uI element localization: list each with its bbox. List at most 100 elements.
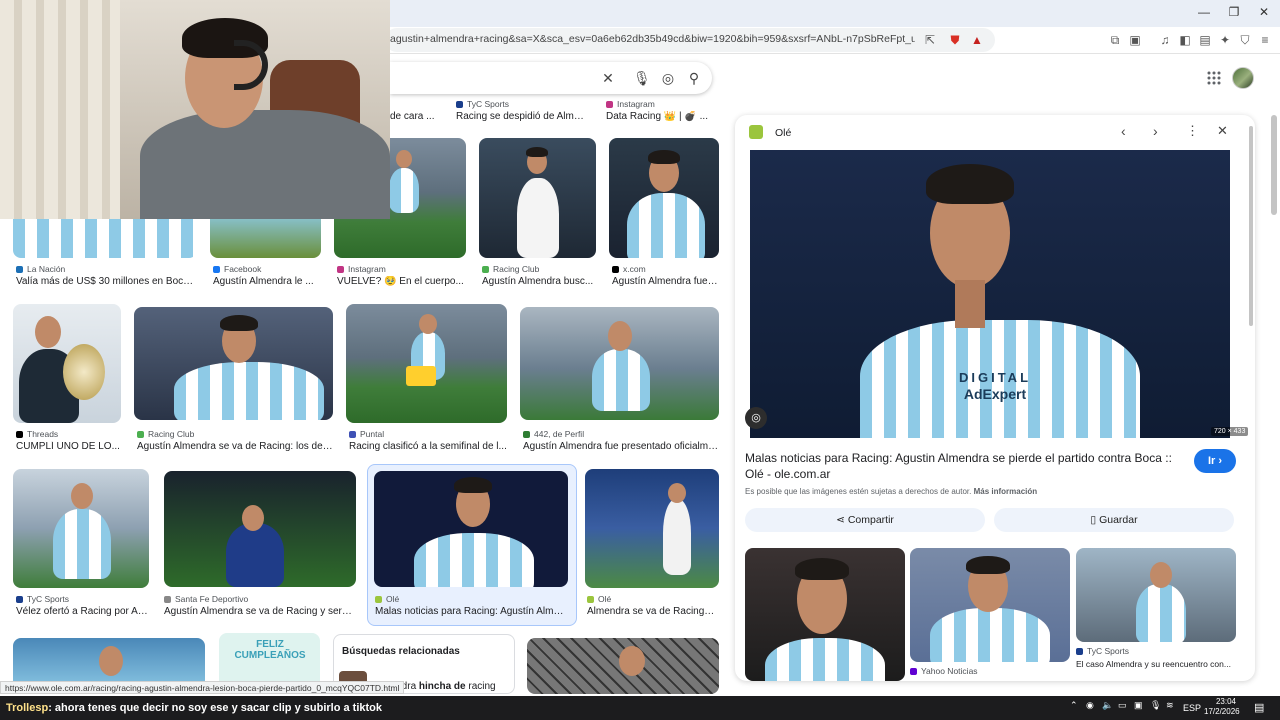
- result-image-selected[interactable]: [374, 471, 568, 587]
- display-icon[interactable]: ▣: [1134, 700, 1143, 711]
- jersey-text: DIGITAL: [958, 370, 1032, 385]
- result-caption[interactable]: Agustín Almendra le ...: [213, 276, 321, 287]
- result-caption[interactable]: VUELVE? 🥹 En el cuerpo...: [337, 276, 465, 287]
- result-image[interactable]: [520, 307, 719, 420]
- result-source: Puntal: [360, 429, 385, 439]
- ai-icon[interactable]: ✦: [1218, 33, 1232, 47]
- notifications-icon[interactable]: ▤: [1254, 701, 1264, 714]
- related-caption[interactable]: El caso Almendra y su reencuentro con...: [1076, 659, 1236, 669]
- language-indicator[interactable]: ESP: [1183, 703, 1201, 713]
- bookmark-icon: ▯: [1090, 514, 1100, 526]
- result-image[interactable]: [585, 469, 719, 588]
- curtain: [0, 0, 120, 219]
- related-image[interactable]: [910, 548, 1070, 662]
- reader-icon[interactable]: ▣: [1128, 33, 1142, 47]
- result-source: Facebook: [224, 264, 262, 274]
- result-caption[interactable]: Almendra se va de Racing: ...: [587, 606, 717, 617]
- media-icon[interactable]: ♫: [1158, 33, 1172, 47]
- image-size-badge: 720 × 433: [1211, 427, 1249, 436]
- extensions-icon[interactable]: ⧉: [1108, 33, 1122, 47]
- panel-source[interactable]: Olé: [775, 127, 791, 139]
- status-url: https://www.ole.com.ar/racing/racing-agu…: [0, 681, 405, 694]
- streamer-shirt: [140, 110, 390, 219]
- more-info-link[interactable]: Más información: [974, 487, 1038, 496]
- result-image[interactable]: [479, 138, 596, 258]
- related-source: TyC Sports: [1087, 646, 1130, 656]
- result-caption[interactable]: de cara ...: [390, 111, 450, 122]
- result-source: x.com: [623, 264, 646, 274]
- volume-icon[interactable]: 🔈: [1102, 700, 1113, 711]
- result-caption[interactable]: Agustín Almendra fue ...: [612, 276, 718, 287]
- related-image[interactable]: [745, 548, 905, 681]
- more-options-icon[interactable]: ⋮: [1186, 123, 1199, 139]
- ole-logo-icon: [749, 125, 763, 139]
- result-caption[interactable]: Vélez ofertó a Racing por Al...: [16, 606, 148, 617]
- menu-icon[interactable]: ≡: [1258, 33, 1272, 47]
- related-image[interactable]: [1076, 548, 1236, 642]
- sidebar-icon[interactable]: ◧: [1178, 33, 1192, 47]
- result-caption[interactable]: Agustín Almendra se va de Racing y será …: [164, 606, 356, 617]
- result-source: Instagram: [617, 99, 655, 109]
- related-searches-title: Búsquedas relacionadas: [342, 646, 460, 657]
- close-panel-icon[interactable]: ✕: [1217, 123, 1228, 139]
- battery-icon[interactable]: ▭: [1118, 700, 1127, 711]
- result-caption[interactable]: Agustín Almendra busc...: [482, 276, 596, 287]
- chat-overlay: Trollesp: ahora tenes que decir no soy e…: [6, 702, 382, 714]
- lens-search-icon[interactable]: ◎: [745, 407, 767, 429]
- result-image[interactable]: [346, 304, 507, 423]
- result-caption[interactable]: Racing clasificó a la semifinal de l...: [349, 441, 507, 452]
- apps-grid-icon[interactable]: [1207, 71, 1221, 85]
- result-source: TyC Sports: [27, 594, 70, 604]
- share-button[interactable]: ⋖ Compartir: [745, 508, 985, 532]
- share-page-icon[interactable]: ⇱: [923, 33, 937, 47]
- go-to-site-button[interactable]: Ir ›: [1194, 449, 1236, 473]
- minimize-button[interactable]: —: [1194, 5, 1214, 19]
- result-caption[interactable]: Valía más de US$ 30 millones en Boca:...: [16, 276, 196, 287]
- url-text[interactable]: agustin+almendra+racing&sa=X&sca_esv=0a6…: [390, 33, 915, 45]
- save-button[interactable]: ▯ Guardar: [994, 508, 1234, 532]
- network-icon[interactable]: ◉: [1086, 700, 1094, 711]
- result-caption[interactable]: Racing se despidió de Alme...: [456, 111, 586, 122]
- brave-shield-icon[interactable]: ⛊: [948, 33, 962, 47]
- wallet-icon[interactable]: ▤: [1198, 33, 1212, 47]
- clear-icon[interactable]: ✕: [600, 70, 616, 86]
- result-caption[interactable]: Data Racing 👑 | 💣 ...: [606, 111, 716, 122]
- search-icon[interactable]: ⚲: [686, 70, 702, 86]
- clock-date[interactable]: 17/2/2026: [1204, 707, 1240, 716]
- prev-arrow-icon[interactable]: ‹: [1121, 123, 1126, 139]
- result-source: TyC Sports: [467, 99, 510, 109]
- result-caption[interactable]: CUMPLÍ UNO DE LO...: [16, 441, 121, 452]
- result-source: Racing Club: [493, 264, 540, 274]
- related-source: Yahoo Noticias: [921, 666, 978, 676]
- result-source: 442, de Perfil: [534, 429, 585, 439]
- result-image[interactable]: [609, 138, 719, 258]
- result-image[interactable]: [13, 469, 149, 588]
- result-caption[interactable]: Agustín Almendra se va de Racing: los de…: [137, 441, 333, 452]
- result-image[interactable]: [134, 307, 333, 420]
- mic-icon[interactable]: 🎙: [633, 70, 651, 86]
- preview-image[interactable]: DIGITAL AdExpert: [750, 150, 1230, 438]
- maximize-button[interactable]: ❐: [1224, 5, 1244, 19]
- wifi-icon[interactable]: ≋: [1166, 700, 1174, 711]
- clock-time[interactable]: 23:04: [1212, 697, 1236, 706]
- result-image[interactable]: [527, 638, 719, 694]
- panel-title[interactable]: Malas noticias para Racing: Agustin Alme…: [745, 450, 1185, 482]
- close-window-button[interactable]: ✕: [1254, 5, 1274, 19]
- result-source: Threads: [27, 429, 59, 439]
- image-preview-panel: Olé ‹ › ⋮ ✕ DIGITAL AdExpert ◎ 720 × 433…: [735, 115, 1255, 681]
- result-caption[interactable]: Agustín Almendra fue presentado oficialm…: [523, 441, 719, 452]
- result-image[interactable]: [13, 304, 121, 423]
- rewards-icon[interactable]: ▲: [970, 33, 984, 47]
- mic-tray-icon[interactable]: 🎙: [1150, 700, 1161, 711]
- tray-chevron-icon[interactable]: ⌃: [1070, 700, 1078, 711]
- panel-scrollbar[interactable]: [1249, 126, 1253, 326]
- chat-user: Trollesp: [6, 702, 49, 714]
- webcam-overlay: [0, 0, 390, 219]
- page-scrollbar[interactable]: [1271, 115, 1277, 215]
- account-avatar[interactable]: [1232, 67, 1254, 89]
- next-arrow-icon[interactable]: ›: [1153, 123, 1158, 139]
- vpn-icon[interactable]: ⛉: [1238, 33, 1252, 47]
- result-image[interactable]: [164, 471, 356, 587]
- lens-icon[interactable]: ◎: [660, 70, 676, 86]
- result-caption[interactable]: Malas noticias para Racing: Agustín Alme…: [375, 606, 567, 617]
